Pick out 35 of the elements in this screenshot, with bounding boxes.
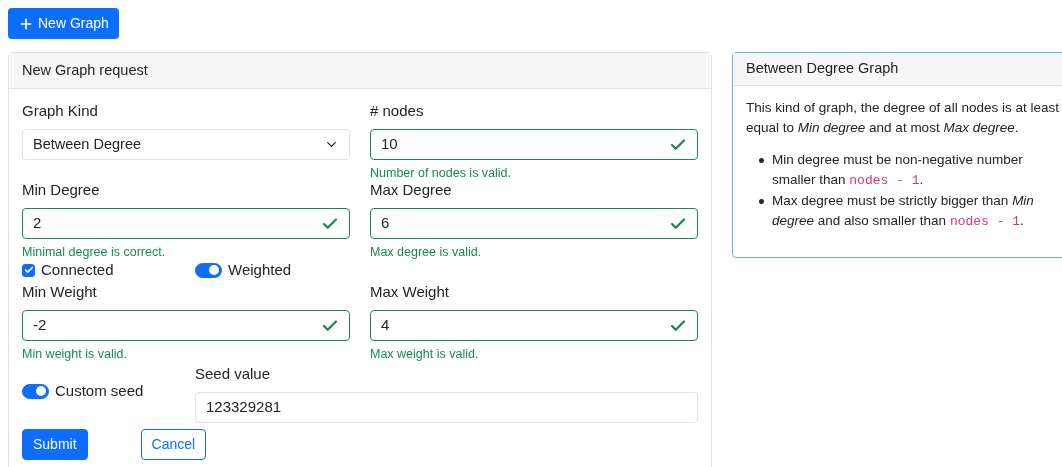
field-label: Min Weight bbox=[22, 283, 97, 300]
bullet-icon bbox=[759, 158, 764, 163]
input-field[interactable]: 4 bbox=[370, 310, 698, 341]
toggle-switch[interactable] bbox=[195, 262, 222, 278]
field-label: Max Degree bbox=[370, 181, 452, 198]
card-title: New Graph request bbox=[22, 60, 148, 80]
checkbox-label: Connected bbox=[41, 260, 114, 280]
field-label: Max Weight bbox=[370, 283, 449, 300]
description-text: This kind of graph, the degree of all nodes is at least equal to Min degree and at most Max degree. bbox=[746, 99, 1060, 137]
new-graph-button[interactable]: New Graph bbox=[8, 8, 119, 39]
field-label: Seed value bbox=[195, 365, 271, 382]
field-label: # nodes bbox=[370, 102, 424, 119]
input-field[interactable]: -2 bbox=[22, 310, 350, 341]
input-field[interactable]: 123329281 bbox=[195, 392, 698, 423]
validation-message: Max weight is valid. bbox=[370, 347, 479, 361]
select-field[interactable]: Between Degree bbox=[22, 129, 350, 160]
toggle-switch[interactable] bbox=[22, 383, 49, 399]
field-label: Min Degree bbox=[22, 181, 100, 198]
input-field[interactable]: 10 bbox=[370, 129, 698, 160]
cancel-button[interactable]: Cancel bbox=[140, 429, 207, 460]
rule-text: Min degree must be non-negative number smaller than nodes - 1. bbox=[772, 151, 1024, 190]
rule-text: Max degree must be strictly bigger than Min degree and also smaller than nodes - 1. bbox=[772, 192, 1035, 231]
validation-message: Max degree is valid. bbox=[370, 245, 482, 259]
input-field[interactable]: 6 bbox=[370, 208, 698, 239]
field-label: Graph Kind bbox=[22, 102, 98, 119]
toggle-label: Weighted bbox=[228, 260, 292, 280]
card-title: Between Degree Graph bbox=[746, 59, 899, 79]
toggle-label: Custom seed bbox=[55, 381, 144, 401]
checkbox[interactable] bbox=[22, 263, 35, 277]
validation-message: Min weight is valid. bbox=[22, 347, 127, 361]
validation-message: Number of nodes is valid. bbox=[370, 166, 512, 180]
validation-message: Minimal degree is correct. bbox=[22, 245, 166, 259]
input-field[interactable]: 2 bbox=[22, 208, 350, 239]
bullet-icon bbox=[759, 199, 764, 204]
submit-button[interactable]: Submit bbox=[22, 429, 88, 460]
